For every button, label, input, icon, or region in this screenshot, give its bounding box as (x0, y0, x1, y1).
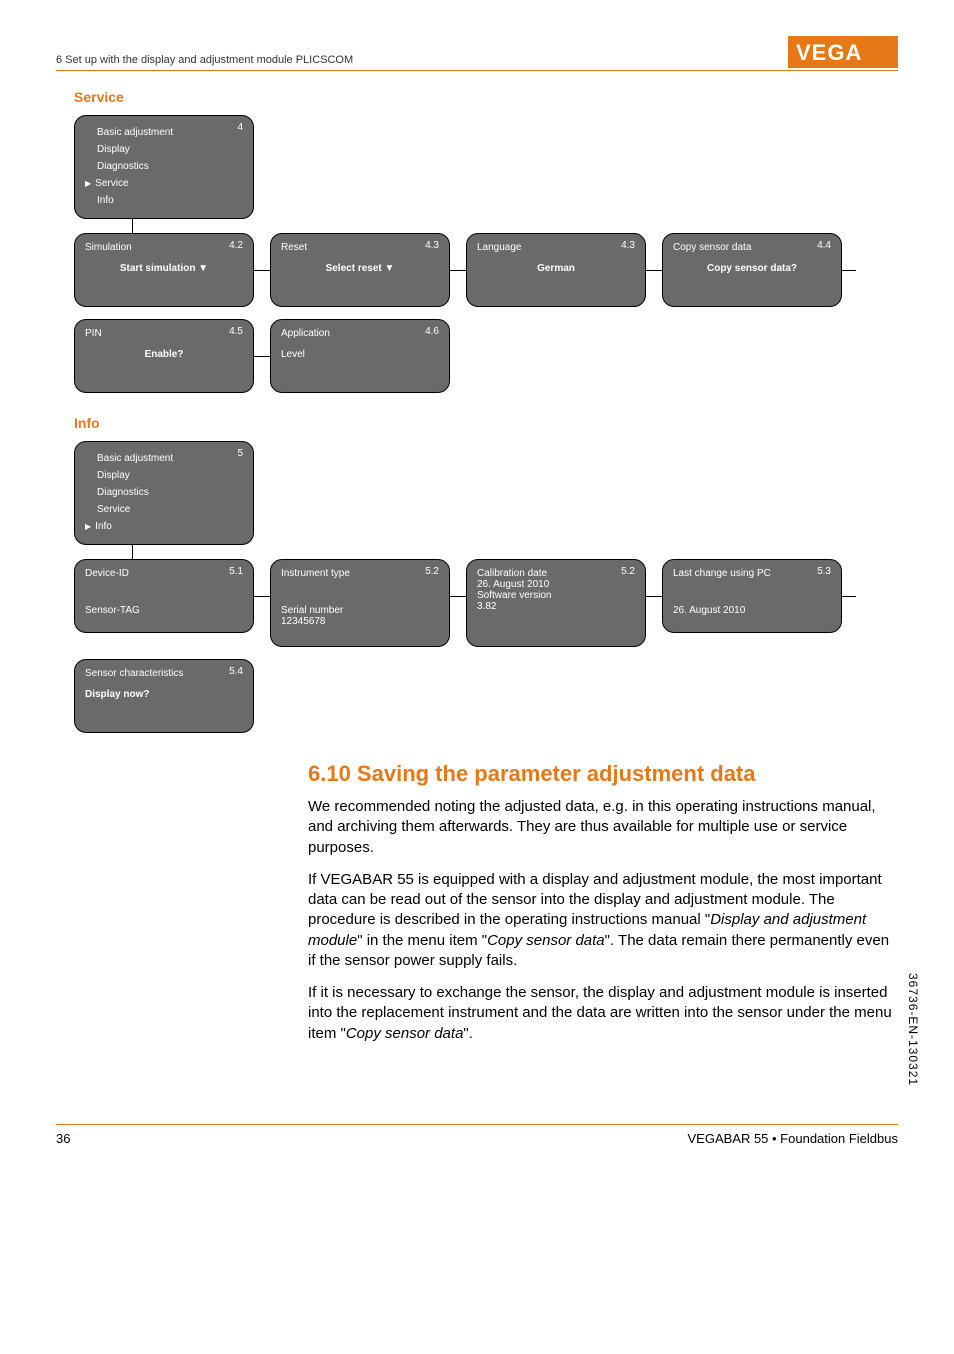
section-heading-610: 6.10 Saving the parameter adjustment dat… (308, 761, 898, 787)
screen-number: 4.5 (229, 326, 243, 337)
screen-copy-sensor: 4.4 Copy sensor data Copy sensor data? (662, 233, 842, 307)
screen-number: 4.2 (229, 240, 243, 251)
screen-body: German (477, 263, 635, 274)
connector (132, 219, 133, 233)
connector (842, 559, 856, 633)
screen-body: Display now? (85, 689, 243, 700)
screen-line: 3.82 (477, 601, 635, 612)
connector (254, 233, 270, 307)
menu-item: Basic adjustment (97, 450, 243, 467)
screen-number: 5.3 (817, 566, 831, 577)
menu-item: Display (97, 141, 243, 158)
connector (450, 233, 466, 307)
screen-body: Start simulation ▼ (85, 263, 243, 274)
page-number: 36 (56, 1131, 70, 1146)
screen-number: 5.1 (229, 566, 243, 577)
screen-body: Enable? (85, 349, 243, 360)
screen-line: Serial number (281, 605, 439, 616)
connector (842, 233, 856, 307)
screen-title: Device-ID (85, 568, 243, 579)
screen-line: 12345678 (281, 616, 439, 627)
info-heading: Info (74, 415, 898, 431)
doc-code: 36736-EN-130321 (906, 973, 920, 1086)
screen-number: 5.2 (621, 566, 635, 577)
screen-title: Application (281, 328, 439, 339)
menu-number: 4 (237, 122, 243, 133)
connector (254, 319, 270, 393)
text: ". (463, 1025, 473, 1042)
service-menu: 4 Basic adjustment Display Diagnostics S… (74, 115, 254, 219)
text: " in the menu item " (357, 932, 487, 949)
text-italic: Copy sensor data (487, 932, 605, 949)
screen-pin: 4.5 PIN Enable? (74, 319, 254, 393)
screen-number: 4.6 (425, 326, 439, 337)
breadcrumb: 6 Set up with the display and adjustment… (56, 54, 898, 71)
screen-body: Copy sensor data? (673, 263, 831, 274)
screen-body: Select reset ▼ (281, 263, 439, 274)
svg-text:VEGA: VEGA (796, 40, 862, 65)
screen-device-id: 5.1 Device-ID Sensor-TAG (74, 559, 254, 633)
screen-title: Simulation (85, 242, 243, 253)
screen-instrument-type: 5.2 Instrument type Serial number 123456… (270, 559, 450, 647)
screen-body: Sensor-TAG (85, 605, 243, 616)
paragraph: If it is necessary to exchange the senso… (308, 983, 898, 1044)
screen-title: Instrument type (281, 568, 439, 579)
screen-sensor-characteristics: 5.4 Sensor characteristics Display now? (74, 659, 254, 733)
connector (646, 233, 662, 307)
screen-body: 26. August 2010 (673, 605, 831, 616)
screen-calibration: 5.2 Calibration date 26. August 2010 Sof… (466, 559, 646, 647)
menu-item: Diagnostics (97, 484, 243, 501)
menu-item: Display (97, 467, 243, 484)
connector (646, 559, 662, 633)
screen-number: 4.3 (621, 240, 635, 251)
screen-number: 5.4 (229, 666, 243, 677)
menu-item: Basic adjustment (97, 124, 243, 141)
connector (254, 559, 270, 633)
screen-reset: 4.3 Reset Select reset ▼ (270, 233, 450, 307)
service-heading: Service (74, 89, 898, 105)
screen-last-change: 5.3 Last change using PC 26. August 2010 (662, 559, 842, 633)
screen-line: Software version (477, 590, 635, 601)
screen-number: 4.4 (817, 240, 831, 251)
menu-item: Diagnostics (97, 158, 243, 175)
connector (132, 545, 133, 559)
vega-logo: VEGA (788, 36, 898, 73)
screen-title: Calibration date (477, 568, 635, 579)
connector (450, 559, 466, 633)
doc-title: VEGABAR 55 • Foundation Fieldbus (687, 1131, 898, 1146)
screen-title: Reset (281, 242, 439, 253)
screen-body: Level (281, 349, 439, 360)
info-menu: 5 Basic adjustment Display Diagnostics S… (74, 441, 254, 545)
paragraph: We recommended noting the adjusted data,… (308, 797, 898, 858)
menu-number: 5 (237, 448, 243, 459)
screen-line: 26. August 2010 (477, 579, 635, 590)
screen-title: Copy sensor data (673, 242, 831, 253)
screen-title: PIN (85, 328, 243, 339)
screen-simulation: 4.2 Simulation Start simulation ▼ (74, 233, 254, 307)
screen-title: Language (477, 242, 635, 253)
screen-title: Last change using PC (673, 568, 831, 579)
screen-language: 4.3 Language German (466, 233, 646, 307)
menu-item-selected: Info (85, 518, 243, 535)
screen-number: 5.2 (425, 566, 439, 577)
page-footer: 36 VEGABAR 55 • Foundation Fieldbus (56, 1124, 898, 1146)
text-italic: Copy sensor data (346, 1025, 464, 1042)
screen-title: Sensor characteristics (85, 668, 243, 679)
menu-item: Service (97, 501, 243, 518)
screen-number: 4.3 (425, 240, 439, 251)
paragraph: If VEGABAR 55 is equipped with a display… (308, 870, 898, 971)
menu-item-selected: Service (85, 175, 243, 192)
menu-item: Info (97, 192, 243, 209)
screen-application: 4.6 Application Level (270, 319, 450, 393)
